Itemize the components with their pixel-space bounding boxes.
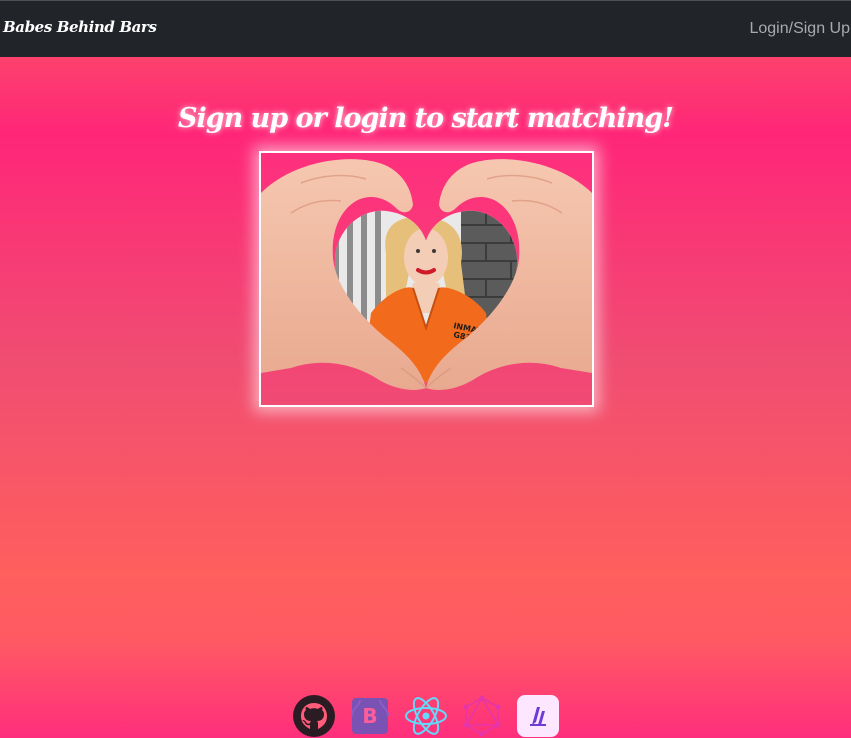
- github-icon[interactable]: [292, 694, 336, 738]
- react-icon[interactable]: [404, 694, 448, 738]
- tech-stack-icons: B: [292, 694, 562, 738]
- bootstrap-icon[interactable]: B: [348, 694, 392, 738]
- hero-image: INMAT G83: [259, 151, 594, 407]
- login-signup-link[interactable]: Login/Sign Up: [749, 20, 850, 38]
- graphql-icon[interactable]: [460, 694, 504, 738]
- navbar: Babes Behind Bars Login/Sign Up: [0, 0, 851, 57]
- brand-logo[interactable]: Babes Behind Bars: [3, 18, 157, 36]
- page-headline: Sign up or login to start matching!: [177, 103, 674, 134]
- heart-hands-illustration: INMAT G83: [261, 153, 592, 405]
- apollo-icon[interactable]: [516, 694, 560, 738]
- svg-text:B: B: [362, 704, 377, 728]
